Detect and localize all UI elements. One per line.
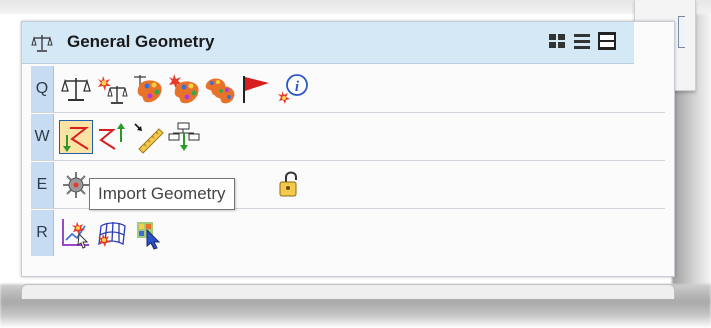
panel-title-bar: General Geometry xyxy=(22,22,634,64)
select-cursor-icon[interactable] xyxy=(131,216,165,250)
measure-scale-icon[interactable] xyxy=(59,72,93,106)
graph-icon[interactable] xyxy=(59,216,93,250)
list-view-icon[interactable] xyxy=(572,31,592,51)
flag-icon[interactable] xyxy=(239,72,273,106)
popup-edge xyxy=(678,16,685,48)
balance-scale-icon xyxy=(31,33,53,53)
settings-icon[interactable] xyxy=(59,168,93,202)
ruler-icon[interactable] xyxy=(131,120,165,154)
highlight-scale-icon[interactable] xyxy=(95,72,129,106)
view-mode-toggle xyxy=(547,31,617,51)
toolbar-row-r: R xyxy=(31,210,665,256)
analyze-color-alt-icon[interactable] xyxy=(167,72,201,106)
lower-panel xyxy=(21,284,675,299)
info-icon[interactable]: i xyxy=(275,72,309,106)
general-geometry-panel: General Geometry Q i W E R xyxy=(21,21,675,277)
row-key: W xyxy=(31,114,54,160)
row-key: R xyxy=(31,210,54,256)
hierarchy-icon[interactable] xyxy=(167,120,201,154)
tooltip: Import Geometry xyxy=(89,178,235,210)
row-key: Q xyxy=(31,66,54,112)
export-geometry-icon[interactable] xyxy=(95,120,129,154)
palette-icon[interactable] xyxy=(203,72,237,106)
import-geometry-icon[interactable] xyxy=(59,120,93,154)
mesh-icon[interactable] xyxy=(95,216,129,250)
analyze-color-icon[interactable] xyxy=(131,72,165,106)
row-key: E xyxy=(31,162,54,208)
toolbar-row-w: W xyxy=(31,114,665,161)
lock-icon[interactable] xyxy=(274,168,308,202)
toolbar-row-q: Q i xyxy=(31,66,665,113)
backdrop xyxy=(0,0,711,14)
grid-view-icon[interactable] xyxy=(547,31,567,51)
detail-view-icon[interactable] xyxy=(597,31,617,51)
panel-title: General Geometry xyxy=(67,32,215,51)
